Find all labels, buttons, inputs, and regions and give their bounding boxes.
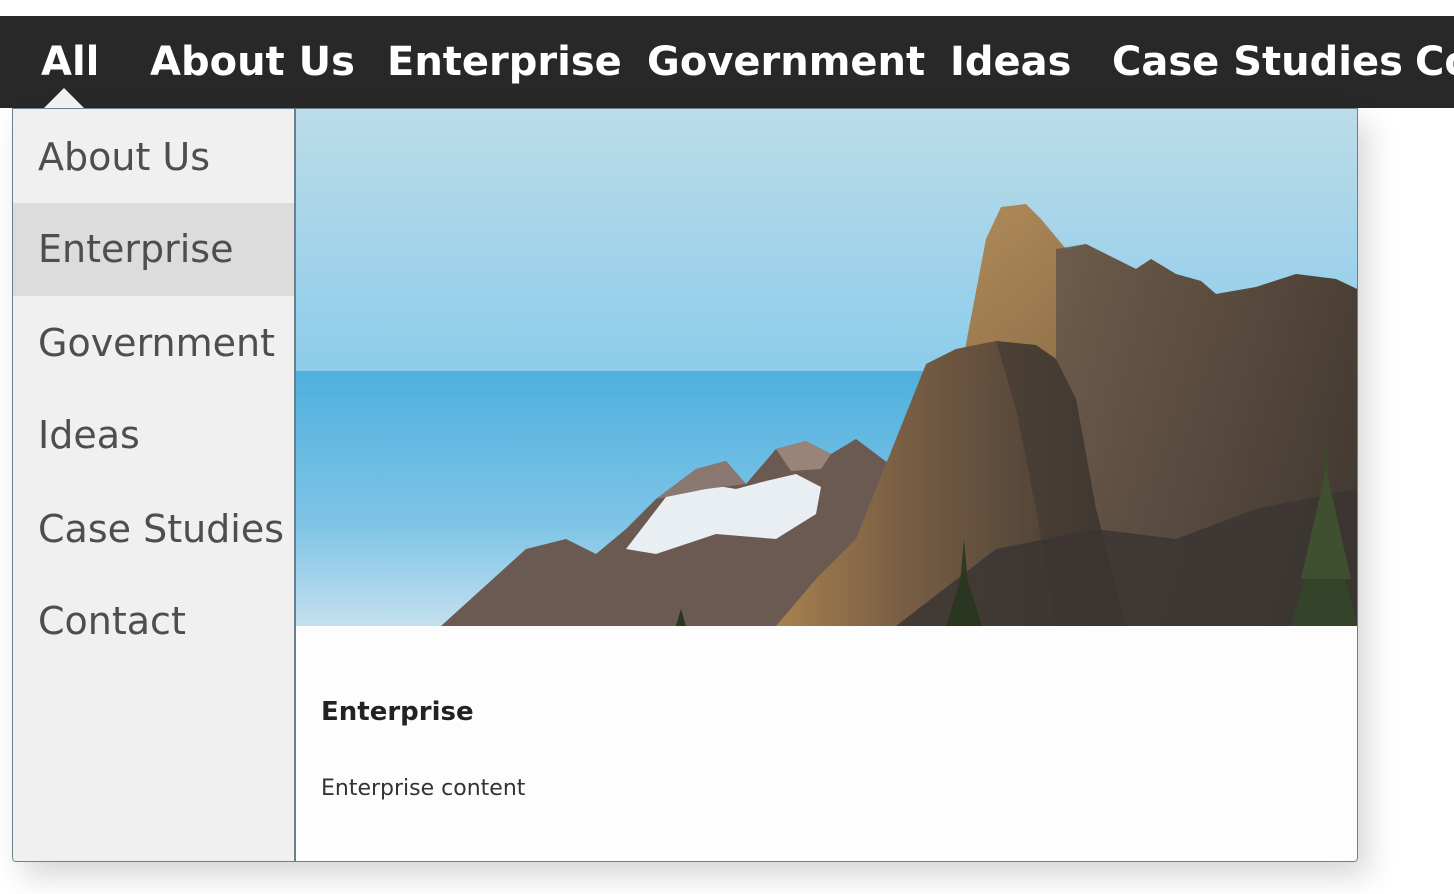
mega-menu-sidebar: About Us Enterprise Government Ideas Cas…: [13, 109, 296, 861]
mountain-landscape-image: [296, 109, 1357, 626]
top-strip: [0, 0, 1454, 16]
nav-item-contact[interactable]: Co: [1415, 16, 1454, 108]
sidebar-item-case-studies[interactable]: Case Studies: [13, 483, 294, 576]
content-title: Enterprise: [321, 697, 474, 727]
sidebar-item-enterprise[interactable]: Enterprise: [13, 203, 294, 296]
nav-item-about-us[interactable]: About Us: [150, 16, 355, 108]
nav-item-government[interactable]: Government: [647, 16, 925, 108]
content-description: Enterprise content: [321, 776, 526, 801]
nav-item-enterprise[interactable]: Enterprise: [387, 16, 622, 108]
nav-item-ideas[interactable]: Ideas: [950, 16, 1071, 108]
nav-item-case-studies[interactable]: Case Studies: [1112, 16, 1403, 108]
sidebar-item-ideas[interactable]: Ideas: [13, 389, 294, 482]
sidebar-item-government[interactable]: Government: [13, 297, 294, 390]
sidebar-item-about-us[interactable]: About Us: [13, 111, 294, 204]
mega-menu-content: Enterprise Enterprise content: [296, 109, 1357, 861]
dropdown-caret-icon: [44, 88, 84, 108]
sidebar-item-contact[interactable]: Contact: [13, 575, 294, 668]
mega-menu-panel: About Us Enterprise Government Ideas Cas…: [12, 108, 1358, 862]
top-navbar: All About Us Enterprise Government Ideas…: [0, 16, 1454, 108]
